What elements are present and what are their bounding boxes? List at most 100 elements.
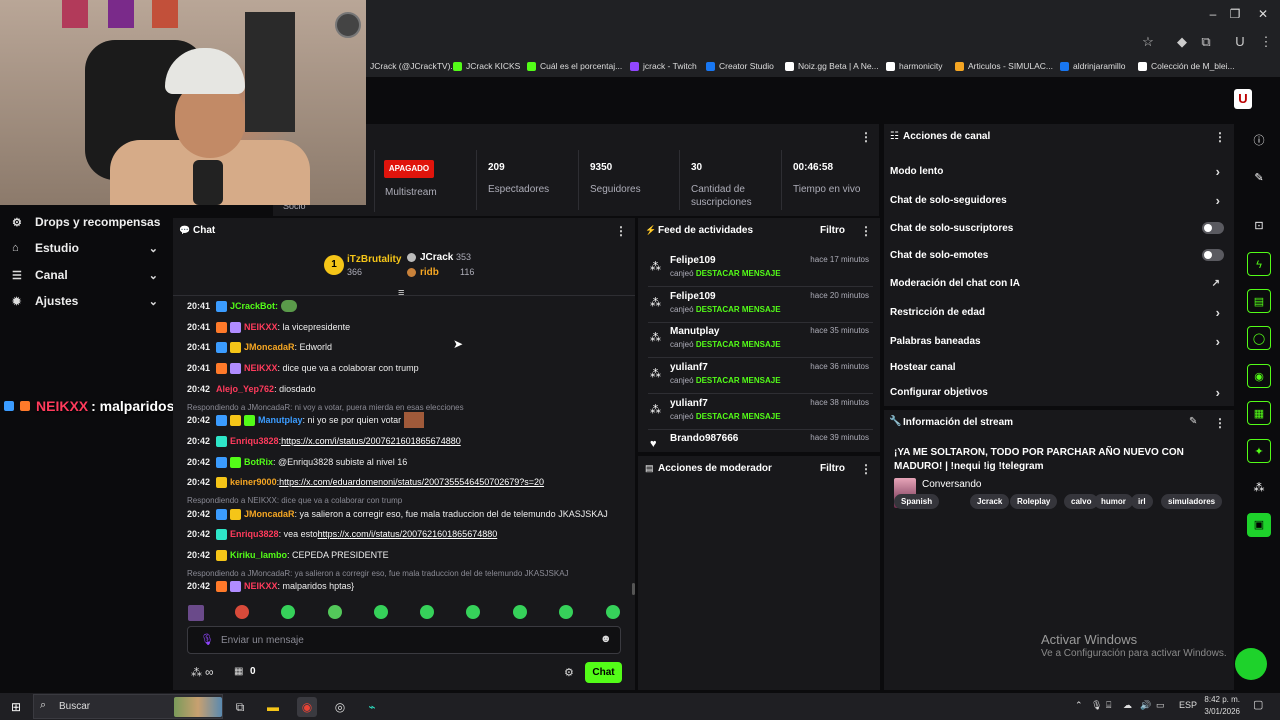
brand-logo-icon[interactable]: U (1234, 89, 1252, 109)
chat-menu-icon[interactable]: ⋮ (615, 224, 627, 238)
chat-bubble-icon[interactable]: ◯ (1247, 326, 1271, 350)
category-name[interactable]: Conversando (922, 479, 981, 490)
chat-username[interactable]: Alejo_Yep762 (216, 384, 274, 394)
emote-button[interactable] (374, 605, 388, 619)
channel-actions-menu-icon[interactable]: ⋮ (1214, 130, 1226, 144)
moderator-menu-icon[interactable]: ⋮ (860, 462, 872, 476)
chat-message[interactable]: 20:42 Manutplay: ni yo se por quien votar (187, 412, 425, 428)
chat-message[interactable]: 20:42 Kiriku_lambo: CEPEDA PRESIDENTE (187, 548, 389, 562)
activity-item[interactable]: ⁂ yulianf7 hace 38 minutos canjeó DESTACAR … (648, 398, 873, 430)
stream-tag[interactable]: Spanish (894, 494, 940, 509)
chat-username[interactable]: JMoncadaR (244, 509, 295, 519)
sidebar-item-drops[interactable]: ⚙ Drops y recompensas (0, 209, 172, 235)
chat-username[interactable]: NEIKXX (244, 322, 278, 332)
gifter-name[interactable]: ridb (420, 267, 439, 278)
channel-option[interactable]: Palabras baneadas › (890, 331, 1230, 351)
sidebar-item-channel[interactable]: ☰ Canal ⌄ (0, 262, 172, 288)
document-icon[interactable]: ▤ (1247, 289, 1271, 313)
chat-username[interactable]: NEIKXX (244, 581, 278, 591)
chat-username[interactable]: BotRix (244, 457, 273, 467)
emote-button[interactable] (235, 605, 249, 619)
chat-send-button[interactable]: Chat (585, 662, 622, 683)
info-icon[interactable]: ⓘ (1247, 129, 1271, 153)
chat-link[interactable]: https://x.com/i/status/20076216018656748… (281, 436, 461, 446)
chrome-icon[interactable]: ◉ (297, 697, 317, 717)
stream-info-menu-icon[interactable]: ⋮ (1214, 416, 1226, 430)
stream-tag[interactable]: simuladores (1161, 494, 1223, 509)
chat-settings-icon[interactable]: ⚙ (564, 666, 574, 679)
chat-message[interactable]: 20:42 Enriqu3828: vea esto https://x.com/… (187, 527, 497, 541)
chat-username[interactable]: Enriqu3828 (230, 436, 279, 446)
emote-button[interactable] (606, 605, 620, 619)
taskbar-search[interactable]: ⌕ Buscar (33, 694, 223, 719)
emote-button[interactable] (281, 605, 295, 619)
chat-username[interactable]: Manutplay (258, 415, 303, 425)
sidebar-item-settings[interactable]: ✹ Ajustes ⌄ (0, 288, 172, 314)
bookmark-item[interactable]: Colección de M_blei... (1138, 59, 1235, 73)
terminal-icon[interactable]: ⌁ (362, 697, 382, 717)
chat-message[interactable]: 20:41 NEIKXX: dice que va a colaborar con… (187, 361, 419, 375)
emote-thumbnail[interactable] (188, 605, 204, 621)
gifter-name[interactable]: JCrack (420, 252, 453, 263)
bookmark-item[interactable]: jcrack - Twitch (630, 59, 697, 73)
chat-username[interactable]: Kiriku_lambo (230, 550, 287, 560)
activity-item[interactable]: ⁂ Felipe109 hace 17 minutos canjeó DESTACAR… (648, 255, 873, 287)
activity-item[interactable]: ⁂ Felipe109 hace 20 minutos canjeó DESTACAR… (648, 291, 873, 323)
floating-action-button[interactable] (1235, 648, 1267, 680)
collapse-icon[interactable]: ≡ (398, 287, 404, 299)
capture-icon[interactable]: ⊡ (1247, 214, 1271, 238)
moderator-filter-button[interactable]: Filtro (820, 463, 845, 474)
tray-microphone-icon[interactable]: 🎙 (1091, 700, 1102, 711)
emote-button[interactable] (559, 605, 573, 619)
tray-network-icon[interactable]: ⌸ (1106, 700, 1111, 711)
extension-diamond-icon[interactable]: ◆ (1172, 32, 1192, 52)
tray-time[interactable]: 8:42 p. m. (1204, 695, 1240, 704)
chat-username[interactable]: keiner9000 (230, 477, 277, 487)
channel-option[interactable]: Restricción de edad › (890, 302, 1230, 322)
bookmark-item[interactable]: Cuál es el porcentaj... (527, 59, 622, 73)
stream-tag[interactable]: Jcrack (970, 494, 1010, 509)
clapperboard-icon[interactable]: ▣ (1247, 513, 1271, 537)
close-icon[interactable]: ✕ (1250, 4, 1276, 24)
task-view-icon[interactable]: ⧉ (230, 697, 250, 717)
file-explorer-icon[interactable]: ▬ (263, 697, 283, 717)
chat-scrollbar[interactable] (632, 583, 635, 595)
chat-message[interactable]: 20:42 keiner9000: https://x.com/eduardome… (187, 475, 544, 489)
bookmark-item[interactable]: Articulos - SIMULAC... (955, 59, 1053, 73)
stream-tag[interactable]: humor (1094, 494, 1133, 509)
extensions-puzzle-icon[interactable]: ⧉ (1196, 32, 1216, 52)
points-icon[interactable]: ⁂ (1247, 476, 1271, 500)
bookmark-item[interactable]: aldrinjaramillo (1060, 59, 1125, 73)
activity-user[interactable]: Felipe109 (670, 255, 716, 266)
tray-monitor-icon[interactable]: ▭ (1156, 700, 1165, 711)
activity-filter-button[interactable]: Filtro (820, 225, 845, 236)
windows-start-icon[interactable]: ⊞ (6, 697, 26, 717)
toggle-switch[interactable] (1202, 249, 1224, 261)
stats-menu-icon[interactable]: ⋮ (860, 130, 872, 144)
emoji-icon[interactable]: ☻ (600, 633, 612, 645)
obs-icon[interactable]: ◎ (330, 697, 350, 717)
chat-message[interactable]: 20:42 Enriqu3828: https://x.com/i/status/… (187, 434, 461, 448)
chat-input[interactable]: 🎙 Enviar un mensaje ☻ (187, 626, 621, 654)
chat-link[interactable]: https://x.com/i/status/20076216018656748… (318, 529, 498, 539)
lightning-icon[interactable]: ϟ (1247, 252, 1271, 276)
emote-button[interactable] (466, 605, 480, 619)
activity-user[interactable]: Manutplay (670, 326, 719, 337)
chat-message[interactable]: 20:42 JMoncadaR: ya salieron a corregir e… (187, 507, 608, 521)
star-icon[interactable]: ☆ (1138, 32, 1158, 52)
channel-option[interactable]: Chat de solo-suscriptores (890, 218, 1230, 238)
channel-option[interactable]: Hostear canal (890, 357, 1230, 377)
bookmark-item[interactable]: harmonicity (886, 59, 942, 73)
channel-option[interactable]: Moderación del chat con IA ↗ (890, 273, 1230, 293)
channel-option[interactable]: Chat de solo-emotes (890, 245, 1230, 265)
activity-user[interactable]: yulianf7 (670, 362, 708, 373)
tray-language[interactable]: ESP (1179, 700, 1197, 710)
chat-message[interactable]: 20:42 Alejo_Yep762: diosdado (187, 382, 316, 396)
activity-user[interactable]: Felipe109 (670, 291, 716, 302)
chat-message[interactable]: 20:41 JMoncadaR: Edworld (187, 340, 332, 354)
activity-menu-icon[interactable]: ⋮ (860, 224, 872, 238)
activity-item[interactable]: ⁂ yulianf7 hace 36 minutos canjeó DESTACAR … (648, 362, 873, 394)
browser-menu-icon[interactable]: ⋮ (1256, 32, 1276, 52)
chat-username[interactable]: JCrackBot: (230, 301, 278, 311)
wrench-icon[interactable]: ✦ (1247, 439, 1271, 463)
